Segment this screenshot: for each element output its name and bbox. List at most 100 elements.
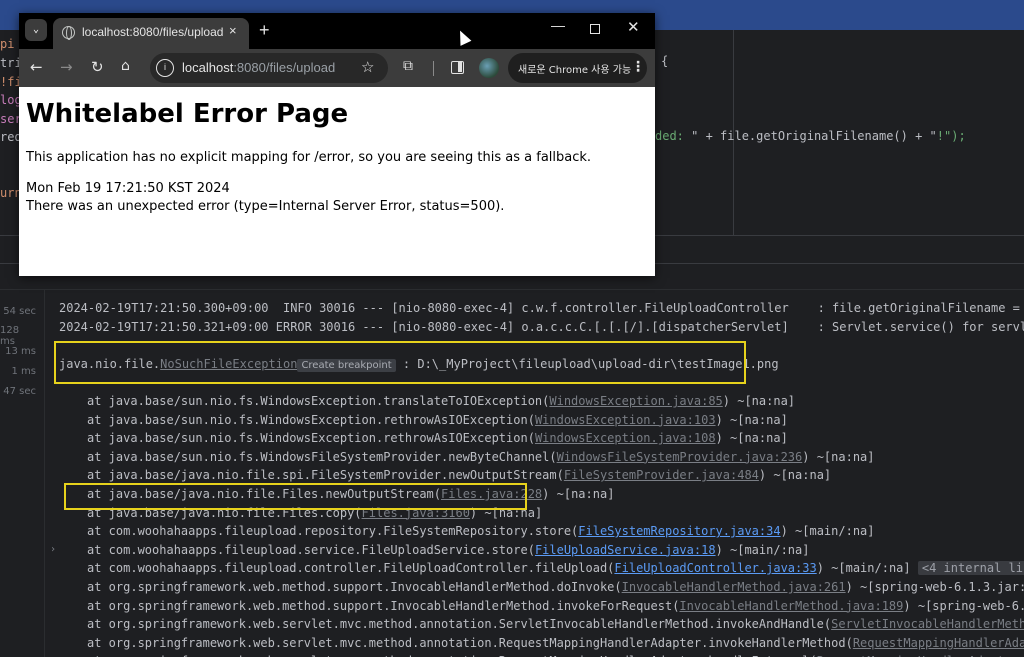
browser-window: ⌄ localhost:8080/files/upload × + — ✕ ← … — [19, 13, 655, 276]
stack-frame: at com.woohahaapps.fileupload.repository… — [87, 522, 875, 541]
frame-method: at org.springframework.web.servlet.mvc.m… — [87, 635, 853, 650]
frame-method: at java.base/sun.nio.fs.WindowsException… — [87, 394, 550, 408]
frame-source-link[interactable]: RequestMappingHandlerAdapter.java — [853, 636, 1024, 650]
kebab-menu-icon[interactable]: ⋮ — [631, 59, 645, 75]
gutter-time: 13 ms — [5, 346, 36, 357]
fold-chevron-icon[interactable]: › — [50, 544, 56, 555]
site-info-icon[interactable]: i — [156, 59, 174, 77]
code-expr-part: " + file.getOriginalFilename() + " — [691, 129, 937, 143]
toolbar-separator — [433, 61, 434, 76]
stack-frame: at com.woohahaapps.fileupload.service.Fi… — [87, 541, 809, 560]
page-title: Whitelabel Error Page — [26, 99, 349, 129]
profile-avatar[interactable] — [479, 58, 499, 78]
frame-suffix: ) ~[na:na] — [722, 394, 796, 408]
chrome-update-button[interactable]: 새로운 Chrome 사용 가능 ⋮ — [508, 53, 647, 83]
bookmark-star-icon[interactable]: ☆ — [361, 58, 374, 76]
gutter-time: 54 sec — [3, 306, 36, 317]
stack-frame: at java.base/sun.nio.fs.WindowsException… — [87, 392, 795, 411]
reload-icon[interactable]: ↻ — [91, 58, 104, 76]
new-tab-button[interactable]: + — [259, 21, 270, 39]
gutter-divider — [44, 290, 45, 657]
stack-frame: at com.woohahaapps.fileupload.controller… — [87, 559, 1024, 578]
frame-suffix: ) ~[na:na] — [758, 468, 832, 483]
address-bar[interactable]: i localhost:8080/files/upload ☆ — [150, 53, 388, 83]
log-line-error: 2024-02-19T17:21:50.321+09:00 ERROR 3001… — [59, 320, 1024, 334]
frame-method: at org.springframework.web.servlet.mvc.m… — [87, 617, 832, 632]
frame-method: at java.base/java.nio.file.spi.FileSyste… — [87, 468, 564, 483]
highlight-box-files-copy — [64, 483, 527, 510]
url-text[interactable]: localhost:8080/files/upload — [182, 60, 335, 75]
gutter-time: 128 ms — [0, 325, 20, 347]
code-string-part: ded: — [655, 129, 692, 143]
stack-frame: at org.springframework.web.servlet.mvc.m… — [87, 615, 1024, 634]
error-description: This application has no explicit mapping… — [26, 150, 592, 165]
stack-frame: at java.base/sun.nio.fs.WindowsException… — [87, 411, 788, 430]
web-page-content: Whitelabel Error Page This application h… — [19, 87, 655, 276]
url-host: localhost — [182, 60, 234, 75]
globe-icon — [62, 26, 75, 40]
internal-lines-badge[interactable]: <4 internal lines> — [917, 561, 1024, 576]
log-line-info: 2024-02-19T17:21:50.300+09:00 INFO 30016… — [59, 301, 1024, 315]
tab-close-icon[interactable]: × — [229, 23, 237, 38]
frame-method: at java.base/sun.nio.fs.WindowsException… — [87, 431, 535, 446]
url-path: :8080/files/upload — [233, 60, 336, 75]
frame-source-link[interactable]: FileUploadService.java:18 — [535, 543, 716, 557]
frame-method: at org.springframework.web.method.suppor… — [87, 580, 622, 594]
frame-suffix: ) ~[main/:na] — [816, 561, 918, 576]
frame-method: at org.springframework.web.method.suppor… — [87, 598, 680, 613]
back-icon[interactable]: ← — [30, 58, 43, 76]
stack-frame: at java.base/sun.nio.fs.WindowsFileSyste… — [87, 448, 875, 467]
chrome-update-label: 새로운 Chrome 사용 가능 — [518, 65, 632, 76]
tab-title: localhost:8080/files/upload — [82, 25, 224, 39]
tab-search-icon[interactable]: ⌄ — [25, 19, 47, 41]
frame-suffix: ) ~[spring-web-6.1.3.jar:6.1.3] — [845, 580, 1024, 594]
stack-frame: at java.base/sun.nio.fs.WindowsException… — [87, 429, 788, 448]
frame-source-link[interactable]: FileUploadController.java:33 — [614, 561, 816, 575]
frame-suffix: ) ~[na:na] — [542, 487, 615, 501]
code-fragment: pi — [0, 37, 15, 51]
error-timestamp: Mon Feb 19 17:21:50 KST 2024 — [26, 181, 230, 196]
frame-source-link[interactable]: FileSystemProvider.java:484 — [564, 468, 759, 482]
gutter-time: 1 ms — [11, 366, 37, 377]
code-string-tail: !"); — [936, 129, 966, 143]
extensions-icon[interactable]: ⧉ — [403, 58, 413, 74]
frame-method: at java.base/sun.nio.fs.WindowsFileSyste… — [87, 449, 557, 464]
console-gutter: 54 sec 128 ms 13 ms 1 ms 47 sec — [0, 290, 44, 657]
frame-source-link[interactable]: FileSystemRepository.java:34 — [578, 524, 780, 538]
minimize-button[interactable]: — — [551, 17, 565, 33]
forward-icon[interactable]: → — [60, 58, 73, 76]
highlight-box-exception — [54, 341, 746, 384]
console-output[interactable]: 54 sec 128 ms 13 ms 1 ms 47 sec › 2024-0… — [0, 290, 1024, 657]
frame-suffix: ) ~[na:na] — [715, 431, 788, 446]
frame-suffix: ) ~[main/:na] — [715, 542, 810, 557]
stack-frame: at org.springframework.web.servlet.mvc.m… — [87, 634, 1024, 653]
frame-source-link[interactable]: WindowsFileSystemProvider.java:236 — [557, 450, 803, 464]
frame-source-link[interactable]: InvocableHandlerMethod.java:189 — [679, 599, 903, 613]
frame-method: at java.base/sun.nio.fs.WindowsException… — [87, 412, 535, 427]
frame-source-link[interactable]: InvocableHandlerMethod.java:261 — [622, 580, 846, 594]
side-panel-icon[interactable] — [451, 61, 464, 74]
frame-source-link[interactable]: WindowsException.java:103 — [535, 413, 716, 427]
tab-strip: ⌄ localhost:8080/files/upload × + — ✕ — [19, 13, 655, 49]
home-icon[interactable]: ⌂ — [121, 58, 130, 74]
frame-suffix: ) ~[na:na] — [715, 412, 788, 427]
frame-method: at com.woohahaapps.fileupload.repository… — [87, 524, 579, 539]
frame-suffix: ) ~[main/:na] — [780, 524, 875, 539]
frame-method: at com.woohahaapps.fileupload.controller… — [87, 561, 615, 576]
frame-source-link[interactable]: WindowsException.java:85 — [549, 394, 722, 408]
browser-toolbar: ← → ↻ ⌂ i localhost:8080/files/upload ☆ … — [19, 49, 655, 87]
code-string-line: ded: " + file.getOriginalFilename() + "!… — [655, 129, 966, 143]
code-brace: { — [661, 54, 669, 68]
stack-frame: at org.springframework.web.method.suppor… — [87, 578, 1024, 597]
stack-frame: at org.springframework.web.servlet.mvc.m… — [87, 652, 1024, 657]
browser-tab[interactable]: localhost:8080/files/upload × — [53, 18, 249, 49]
frame-source-link[interactable]: WindowsException.java:108 — [535, 431, 716, 445]
error-details: There was an unexpected error (type=Inte… — [26, 199, 505, 214]
gutter-time: 47 sec — [3, 386, 36, 397]
frame-source-link[interactable]: ServletInvocableHandlerMethod.java:1 — [831, 617, 1024, 631]
frame-suffix: ) ~[na:na] — [802, 449, 875, 464]
maximize-button[interactable] — [590, 24, 600, 34]
frame-method: at com.woohahaapps.fileupload.service.Fi… — [87, 542, 535, 557]
close-window-button[interactable]: ✕ — [627, 18, 640, 36]
frame-suffix: ) ~[spring-web-6.1.3.jar:6 — [903, 598, 1024, 613]
